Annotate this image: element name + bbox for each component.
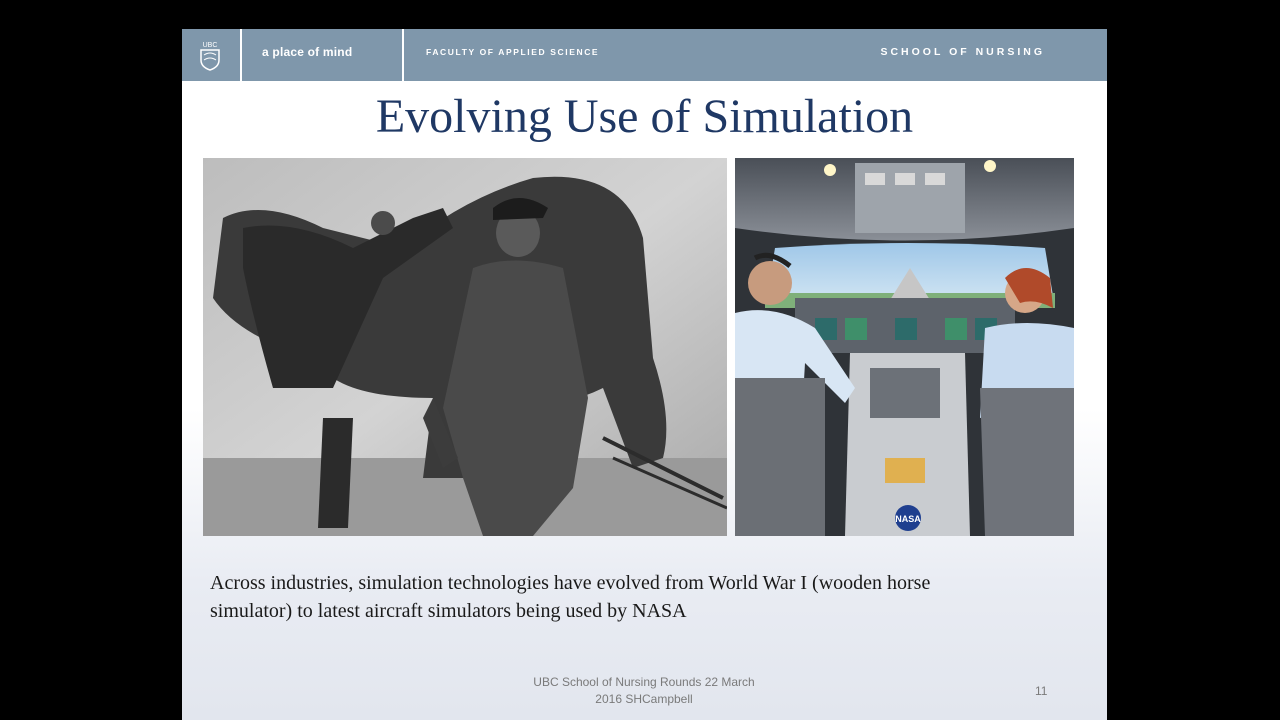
caption-line: Across industries, simulation technologi… (210, 572, 931, 594)
slide-footer: UBC School of Nursing Rounds 22 March 20… (504, 674, 784, 708)
slide-title: Evolving Use of Simulation (375, 90, 914, 143)
svg-text:NASA: NASA (895, 514, 921, 524)
banner-faculty: FACULTY OF APPLIED SCIENCE (426, 47, 600, 57)
footer-line: 2016 SHCampbell (595, 692, 693, 706)
svg-text:UBC: UBC (203, 42, 218, 49)
banner-divider (240, 29, 242, 81)
page-number: 11 (1035, 684, 1048, 698)
slide-caption: Across industries, simulation technologi… (210, 569, 1070, 625)
banner-tagline: a place of mind (262, 45, 353, 59)
nasa-flight-simulator-cockpit-photo: NASA (735, 158, 1074, 536)
ubc-crest-logo: UBC (200, 42, 220, 71)
footer-line: UBC School of Nursing Rounds 22 March (533, 675, 755, 689)
header-banner: UBC a place of mind FACULTY OF APPLIED S… (182, 29, 1107, 81)
wooden-horse-simulator-photo (203, 158, 727, 536)
slide: UBC a place of mind FACULTY OF APPLIED S… (182, 29, 1107, 720)
banner-divider (402, 29, 404, 81)
caption-line: simulator) to latest aircraft simulators… (210, 600, 687, 622)
banner-school: SCHOOL OF NURSING (880, 46, 1045, 58)
